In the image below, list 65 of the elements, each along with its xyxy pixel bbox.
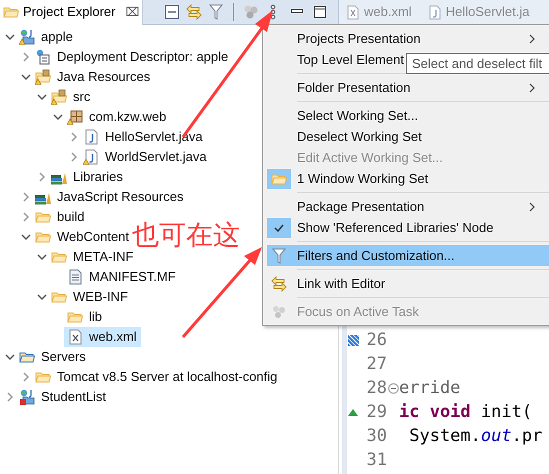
- tree-item[interactable]: WorldServlet.java: [80, 147, 211, 167]
- menu-item[interactable]: Projects Presentation: [267, 28, 549, 49]
- tree-item[interactable]: com.kzw.web: [64, 107, 170, 127]
- tree-item[interactable]: StudentList: [16, 387, 110, 407]
- tree-item[interactable]: MANIFEST.MF: [64, 267, 180, 287]
- filter-icon: [272, 248, 286, 264]
- descriptor-icon: [35, 49, 51, 65]
- line-number: 29: [366, 401, 387, 424]
- line-number: 26: [366, 329, 387, 352]
- balls-icon: [272, 304, 286, 318]
- line-number: 30: [366, 425, 387, 448]
- fold-icon[interactable]: [388, 382, 398, 394]
- menu-item[interactable]: Deselect Working Set: [267, 126, 549, 147]
- chevron-down-icon[interactable]: [5, 32, 15, 42]
- maximize-icon[interactable]: [314, 6, 326, 18]
- chevron-down-icon[interactable]: [37, 292, 47, 302]
- xml-file-icon: [67, 329, 83, 345]
- tree-item[interactable]: WEB-INF: [48, 287, 132, 307]
- tree-item[interactable]: Java Resources: [32, 67, 154, 87]
- collapse-all-icon[interactable]: [165, 5, 180, 19]
- source-folder-icon: [51, 89, 67, 105]
- tree-item[interactable]: JavaScript Resources: [32, 187, 188, 207]
- close-button[interactable]: ⌧: [125, 3, 140, 21]
- tree-item[interactable]: src: [48, 87, 94, 107]
- menu-icon[interactable]: [270, 4, 276, 20]
- menu-item[interactable]: 1 Window Working Set: [267, 168, 549, 189]
- web-project-icon: [19, 389, 35, 405]
- menu-item[interactable]: Show 'Referenced Libraries' Node: [267, 217, 549, 238]
- code-line: ic void init(: [399, 401, 532, 424]
- tree-item[interactable]: HelloServlet.java: [80, 127, 207, 147]
- tree-item[interactable]: Tomcat v8.5 Server at localhost-config: [32, 367, 282, 387]
- line-number: 28: [366, 377, 387, 400]
- code-line: erride: [399, 377, 460, 400]
- filter-icon[interactable]: [209, 4, 224, 20]
- view-tab[interactable]: Project Explorer ⌧: [0, 0, 144, 24]
- chevron-right-icon[interactable]: [21, 52, 31, 62]
- java-file-icon: [428, 4, 441, 20]
- menu-item[interactable]: Package Presentation: [267, 196, 549, 217]
- file-icon: [67, 269, 83, 285]
- menu-item[interactable]: Link with Editor: [267, 273, 549, 294]
- tab-title: Project Explorer: [23, 3, 116, 22]
- tree-item[interactable]: apple: [16, 27, 77, 47]
- menu-item[interactable]: Select Working Set...: [267, 105, 549, 126]
- java-file-icon: [83, 149, 99, 165]
- tooltip: Select and deselect filt: [406, 53, 549, 74]
- chevron-down-icon[interactable]: [5, 352, 15, 362]
- java-file-icon: [83, 129, 99, 145]
- xml-file-icon: [347, 4, 359, 20]
- menu-item[interactable]: Filters and Customization...: [267, 245, 549, 266]
- tree-item[interactable]: Servers: [16, 347, 90, 367]
- tree-item[interactable]: lib: [64, 307, 106, 327]
- tree-item[interactable]: WebContent: [32, 227, 134, 247]
- tree-item[interactable]: Deployment Descriptor: apple: [32, 47, 232, 67]
- tree-item[interactable]: Libraries: [48, 167, 127, 187]
- tree-item[interactable]: build: [32, 207, 88, 227]
- code-line: System.out.pr: [408, 425, 542, 448]
- line-number: 31: [366, 449, 387, 472]
- source-folder-icon: [35, 69, 51, 85]
- package-icon: [67, 109, 83, 125]
- line-number: 27: [366, 353, 387, 376]
- web-project-icon: [19, 29, 35, 45]
- menu-item[interactable]: Folder Presentation: [267, 77, 549, 98]
- minimize-icon[interactable]: [291, 9, 304, 15]
- tree-item[interactable]: web.xml: [64, 327, 141, 347]
- link-arrows-icon: [271, 276, 287, 292]
